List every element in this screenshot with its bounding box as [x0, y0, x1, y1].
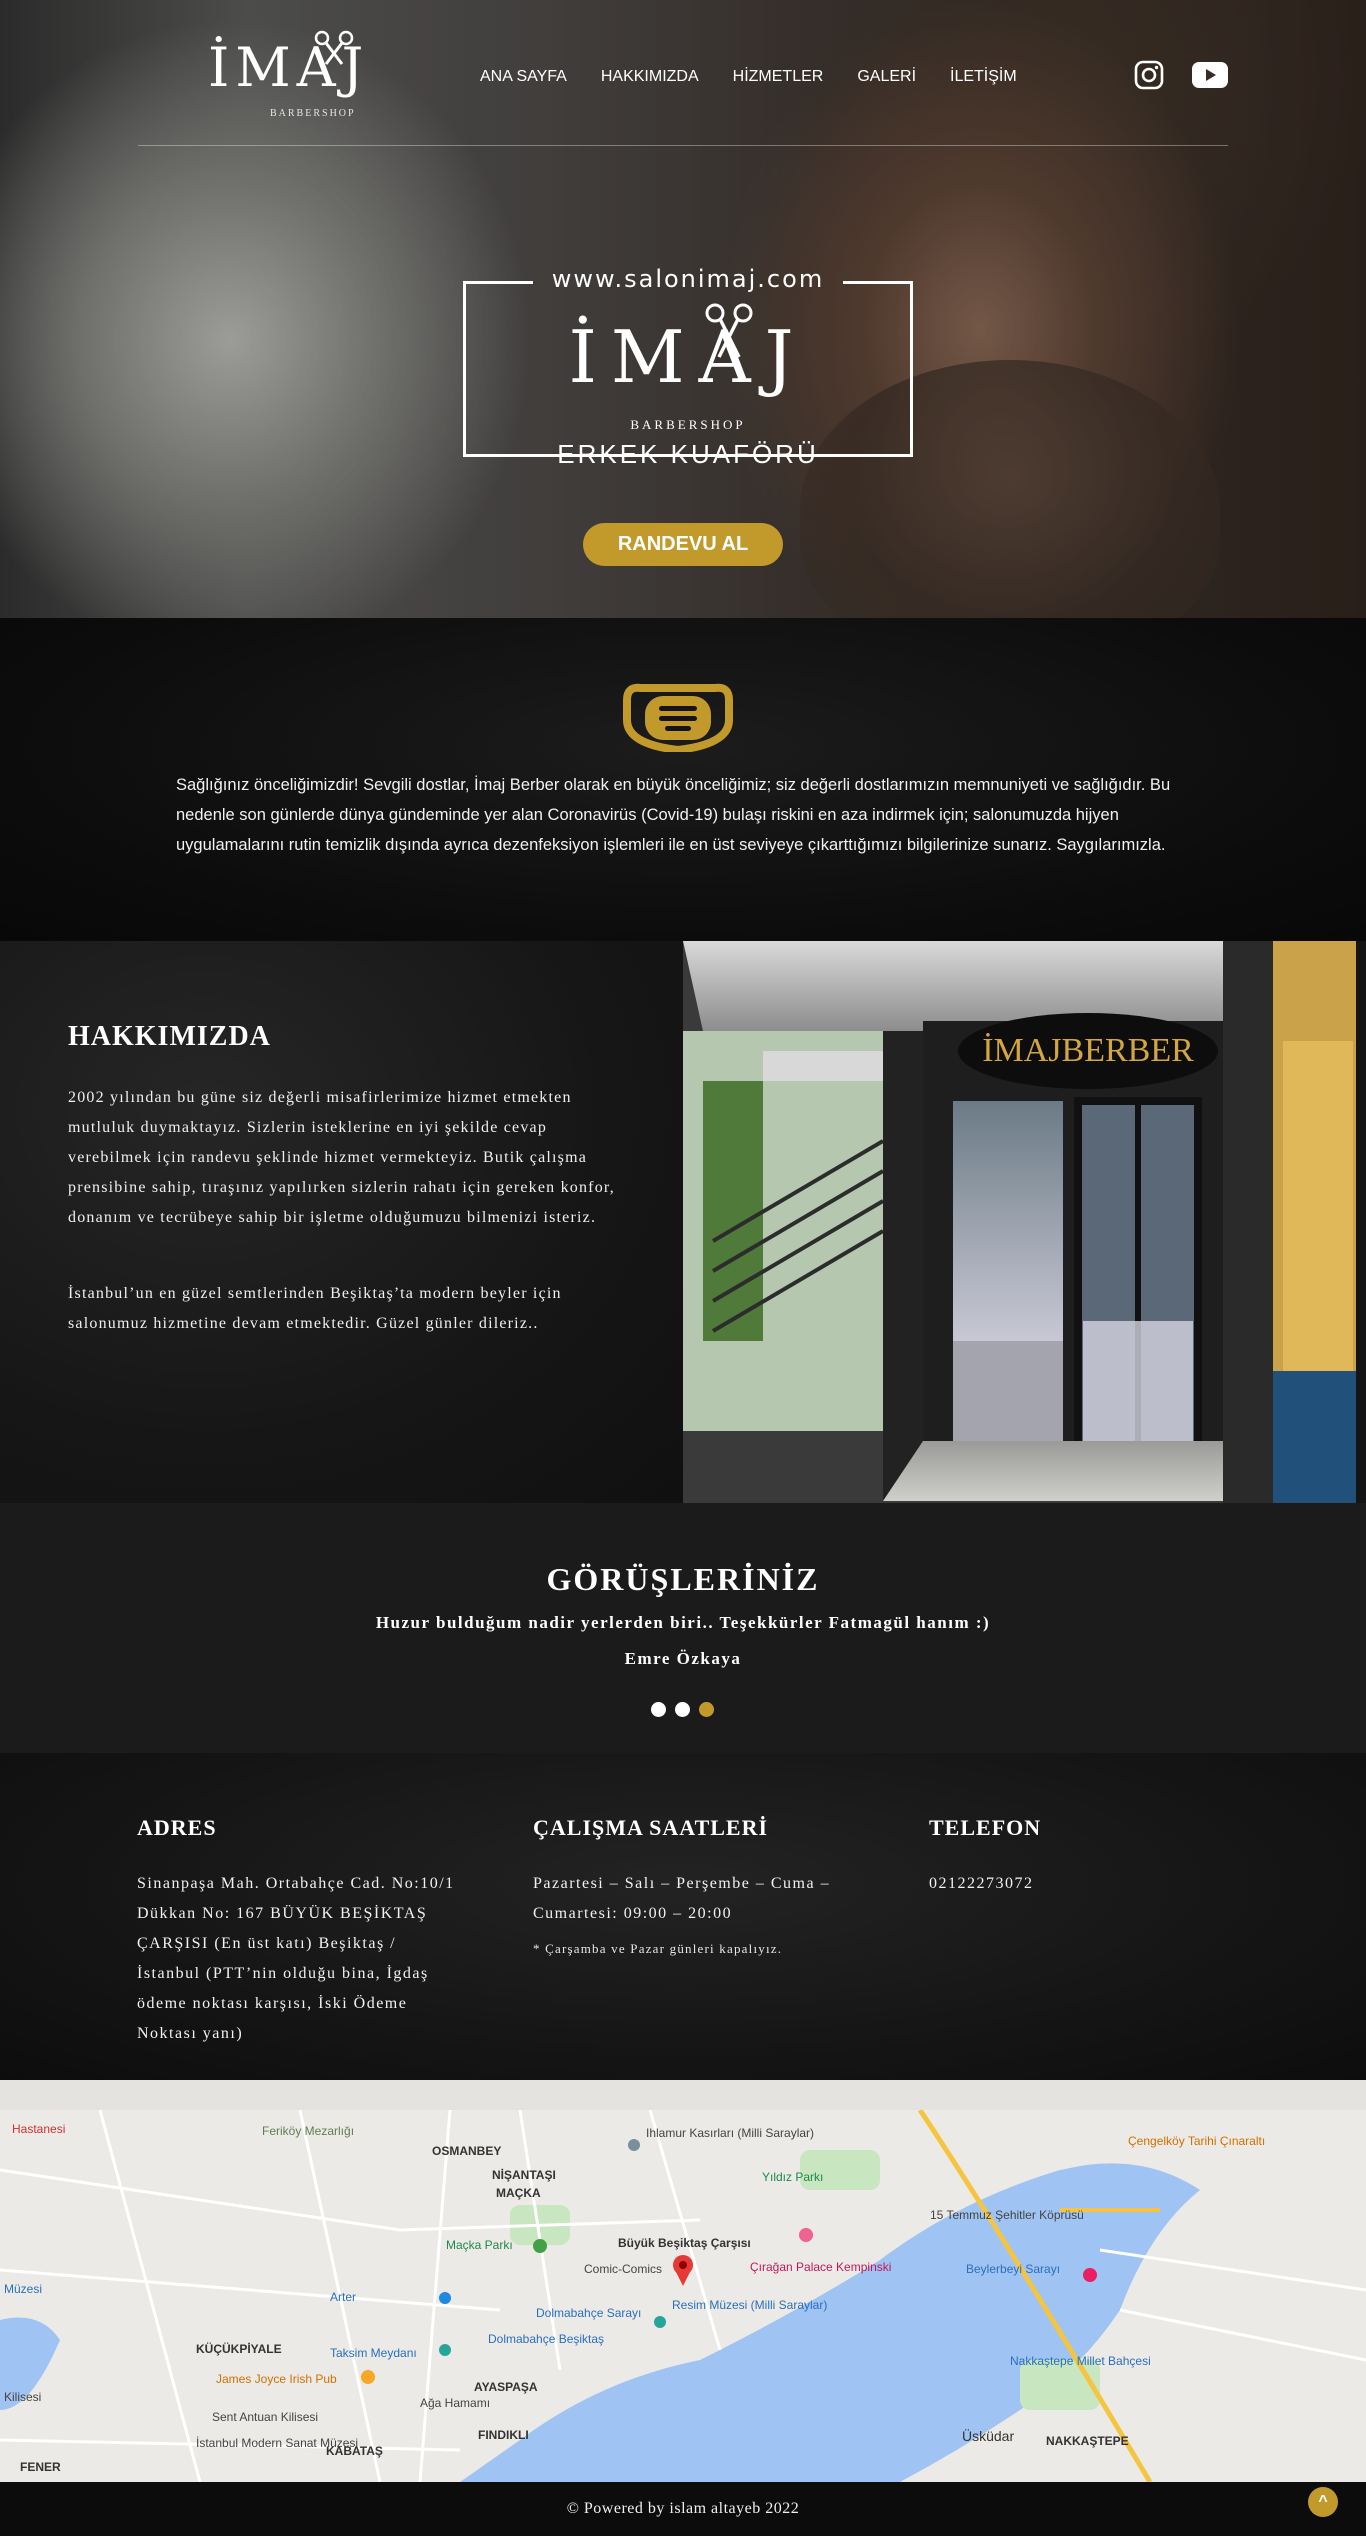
hero-url: www.salonimaj.com	[551, 265, 825, 293]
phone-title: TELEFON	[929, 1815, 1042, 1840]
about-paragraph-2: İstanbul’un en güzel semtlerinden Beşikt…	[68, 1285, 562, 1332]
map-label-arter: Arter	[330, 2290, 357, 2304]
book-appointment-button[interactable]: RANDEVU AL	[583, 523, 783, 566]
map-label-bridge: 15 Temmuz Şehitler Köprüsü	[930, 2208, 1084, 2222]
map-label-aga-hamami: Ağa Hamamı	[420, 2396, 491, 2410]
top-navigation: İMAJ BARBERSHOP ANA SAYFA HAKKIMIZDA HİZ…	[138, 30, 1228, 146]
map-label-cengelkoy: Çengelköy Tarihi Çınaraltı	[1128, 2134, 1266, 2148]
map-label-taksim: Taksim Meydanı	[330, 2346, 417, 2360]
map-label-resim-muzesi: Resim Müzesi (Milli Saraylar)	[672, 2298, 828, 2312]
map-label-hospital: Hastanesi	[12, 2122, 66, 2136]
covid-message: Sağlığınız önceliğimizdir! Sevgili dostl…	[176, 776, 1171, 854]
hours-note: * Çarşamba ve Pazar günleri kapalıyız.	[533, 1941, 783, 1956]
map-label-findikli: FINDIKLI	[478, 2428, 529, 2442]
map-label-sent-antuan: Sent Antuan Kilisesi	[212, 2410, 319, 2424]
map-label-macka-park: Maçka Parkı	[446, 2238, 513, 2252]
social-links	[1134, 60, 1228, 90]
map-label-fener: FENER	[20, 2460, 61, 2474]
phone-number[interactable]: 02122273072	[929, 1869, 1249, 1899]
map-label-yildiz: Yıldız Parkı	[762, 2170, 824, 2184]
map-label-dolmabahce: Dolmabahçe Sarayı	[536, 2306, 642, 2320]
slide-dot-1[interactable]	[651, 1702, 666, 1717]
map-label-nisantasi: NİŞANTAŞI	[492, 2168, 556, 2182]
hero-logo-subtitle: BARBERSHOP	[630, 417, 746, 432]
storefront-illustration: İMAJBERBER	[683, 941, 1356, 1503]
map-label-osmanbey: OSMANBEY	[432, 2144, 502, 2158]
about-text-panel: HAKKIMIZDA 2002 yılından bu güne siz değ…	[0, 941, 683, 1503]
map-label-james-joyce: James Joyce Irish Pub	[216, 2372, 337, 2386]
map-top-strip	[0, 2080, 1366, 2110]
map-label-uskudar: Üsküdar	[962, 2428, 1015, 2444]
main-menu: ANA SAYFA HAKKIMIZDA HİZMETLER GALERİ İL…	[480, 68, 1017, 86]
map-label-kucukpiyale: KÜÇÜKPİYALE	[196, 2342, 282, 2356]
map-label-nakkastepe-bahce: Nakkaştepe Millet Bahçesi	[1010, 2354, 1151, 2368]
hero-logo-badge: www.salonimaj.com İMAJ BARBERSHOP ERKEK …	[463, 265, 913, 469]
site-logo[interactable]: İMAJ BARBERSHOP	[208, 30, 398, 122]
copyright-text: © Powered by islam altayeb 2022	[566, 2500, 800, 2517]
scissors-icon	[314, 30, 354, 65]
covid-notice-section: Sağlığınız önceliğimizdir! Sevgili dostl…	[0, 618, 1366, 941]
nav-contact[interactable]: İLETİŞİM	[950, 68, 1017, 86]
location-map[interactable]: Hastanesi Feriköy Mezarlığı OSMANBEY NİŞ…	[0, 2110, 1366, 2482]
address-text: Sinanpaşa Mah. Ortabahçe Cad. No:10/1 Dü…	[137, 1875, 455, 2042]
map-label-kilisesi: Kilisesi	[4, 2390, 42, 2404]
hero-scissors-icon	[705, 303, 753, 358]
storefront-sign: İMAJBERBER	[982, 1032, 1194, 1069]
map-canvas	[0, 2110, 1366, 2482]
testimonials-title: GÖRÜŞLERİNİZ	[546, 1561, 820, 1597]
storefront-photo: İMAJBERBER	[683, 941, 1356, 1503]
nav-home[interactable]: ANA SAYFA	[480, 68, 567, 86]
map-label-ihlamur: Ihlamur Kasırları (Milli Saraylar)	[646, 2126, 815, 2140]
hours-title: ÇALIŞMA SAATLERİ	[533, 1815, 769, 1840]
back-to-top-button[interactable]: ^	[1308, 2487, 1338, 2517]
map-label-dolmabahce-besiktas: Dolmabahçe Beşiktaş	[488, 2332, 605, 2346]
youtube-icon[interactable]	[1192, 62, 1228, 88]
hero-logo-text: İMAJ	[568, 315, 808, 399]
map-label-nakkastepe: NAKKAŞTEPE	[1046, 2434, 1129, 2448]
address-title: ADRES	[137, 1815, 217, 1840]
logo-subtitle: BARBERSHOP	[270, 108, 356, 119]
testimonial-pagination	[651, 1702, 714, 1717]
hours-column: ÇALIŞMA SAATLERİ Pazartesi – Salı – Perş…	[533, 1815, 853, 1957]
map-label-ciragan: Çırağan Palace Kempinski	[750, 2260, 892, 2274]
nav-gallery[interactable]: GALERİ	[857, 68, 916, 86]
hero-section: İMAJ BARBERSHOP ANA SAYFA HAKKIMIZDA HİZ…	[0, 0, 1366, 618]
hero-tagline: ERKEK KUAFÖRÜ	[557, 439, 819, 469]
about-title: HAKKIMIZDA	[68, 1021, 271, 1052]
testimonial-author: Emre Özkaya	[624, 1649, 742, 1668]
contact-info-section: ADRES Sinanpaşa Mah. Ortabahçe Cad. No:1…	[0, 1753, 1366, 2080]
slide-dot-2[interactable]	[675, 1702, 690, 1717]
nav-divider	[138, 145, 1228, 146]
map-label-muzesi: Müzesi	[4, 2282, 43, 2296]
phone-column: TELEFON 02122273072	[929, 1815, 1249, 1899]
instagram-icon[interactable]	[1134, 60, 1164, 90]
slide-dot-3[interactable]	[699, 1702, 714, 1717]
testimonial-quote: Huzur bulduğum nadir yerlerden biri.. Te…	[375, 1613, 991, 1632]
map-label-ferikoy: Feriköy Mezarlığı	[262, 2124, 355, 2138]
nav-services[interactable]: HİZMETLER	[733, 68, 824, 86]
map-label-besiktas-carsi: Büyük Beşiktaş Çarşısı	[618, 2236, 751, 2250]
map-label-ayaspasa: AYASPAŞA	[474, 2380, 538, 2394]
map-label-comic: Comic-Comics	[584, 2262, 662, 2276]
hours-text: Pazartesi – Salı – Perşembe – Cuma – Cum…	[533, 1875, 831, 1922]
address-column: ADRES Sinanpaşa Mah. Ortabahçe Cad. No:1…	[137, 1815, 457, 2049]
site-footer: © Powered by islam altayeb 2022	[0, 2482, 1366, 2536]
map-label-macka: MAÇKA	[496, 2186, 541, 2200]
face-mask-icon	[623, 683, 733, 752]
about-paragraph-1: 2002 yılından bu güne siz değerli misafi…	[68, 1089, 615, 1226]
map-label-beylerbeyi: Beylerbeyi Sarayı	[966, 2262, 1061, 2276]
map-label-kabatas: KABATAŞ	[326, 2444, 383, 2458]
nav-about[interactable]: HAKKIMIZDA	[601, 68, 699, 86]
about-section: HAKKIMIZDA 2002 yılından bu güne siz değ…	[0, 941, 1366, 1503]
